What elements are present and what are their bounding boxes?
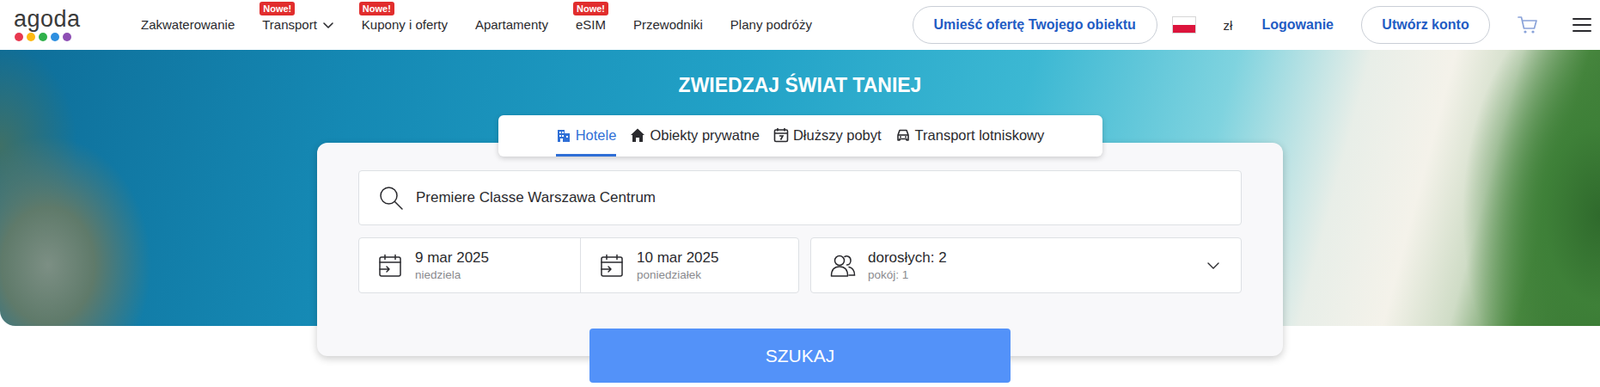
new-badge: Nowe!: [359, 1, 395, 16]
nav-item[interactable]: Nowe!Kupony i oferty: [361, 17, 448, 33]
calendar-icon: [599, 253, 624, 278]
search-tab[interactable]: Hotele: [555, 115, 617, 157]
nav-label: Kupony i oferty: [361, 17, 448, 33]
new-badge: Nowe!: [573, 1, 609, 16]
nav-item[interactable]: Nowe!Transport: [262, 17, 335, 33]
logo-dot: [62, 32, 72, 42]
booking-row: 9 mar 2025niedziela 10 mar 2025poniedział…: [358, 237, 1242, 294]
weekday: poniedziałek: [636, 268, 719, 282]
search-icon: [378, 184, 404, 211]
currency-selector[interactable]: zł: [1223, 18, 1234, 33]
chevron-down-icon: [1206, 258, 1221, 273]
signup-button[interactable]: Utwórz konto: [1361, 6, 1491, 44]
main-nav: Zakwaterowanie Nowe!Transport Nowe!Kupony …: [140, 17, 813, 33]
nav-item[interactable]: Plany podróży: [730, 17, 813, 33]
nav-item[interactable]: Nowe!eSIM: [575, 17, 606, 33]
nav-label: Apartamenty: [475, 17, 549, 33]
search-tabs: Hotele Obiekty prywatne Dłuższy pobyt Trans…: [498, 115, 1103, 157]
guests-field[interactable]: dorosłych: 2pokój: 1: [810, 237, 1242, 294]
nav-item[interactable]: Zakwaterowanie: [140, 17, 235, 33]
date-text: 9 mar 2025niedziela: [415, 249, 489, 282]
destination-field[interactable]: Premiere Classe Warszawa Centrum: [358, 170, 1242, 226]
poland-flag-icon[interactable]: [1172, 16, 1197, 34]
logo-text: agoda: [13, 9, 81, 29]
search-card: Premiere Classe Warszawa Centrum 9 mar 20…: [317, 142, 1283, 356]
search-tab[interactable]: Obiekty prywatne: [629, 115, 759, 157]
hamburger-menu-icon[interactable]: [1572, 17, 1592, 33]
tab-label: Hotele: [575, 126, 617, 144]
car-icon: [895, 127, 911, 143]
nav-label: Transport: [262, 17, 318, 33]
nav-label: Przewodniki: [633, 17, 703, 33]
destination-value: Premiere Classe Warszawa Centrum: [415, 189, 656, 207]
logo-dot: [38, 32, 48, 42]
house-icon: [629, 127, 646, 143]
hotel-building-icon: [555, 127, 572, 143]
new-badge: Nowe!: [259, 1, 295, 16]
date-field[interactable]: 9 mar 2025niedziela: [359, 238, 581, 293]
login-link[interactable]: Logowanie: [1261, 17, 1334, 33]
rooms-value: pokój: 1: [867, 268, 947, 282]
logo-dot: [26, 32, 36, 42]
page: agodaZakwaterowanieNowe!TransportNowe!Ku…: [0, 0, 1600, 387]
hero-banner: ZWIEDZAJ ŚWIAT TANIEJ Hotele Obiekty prywa…: [0, 49, 1600, 326]
logo-dot: [50, 32, 60, 42]
date-value: 9 mar 2025: [415, 249, 489, 267]
logo-dots: [13, 32, 72, 42]
search-button[interactable]: SZUKAJ: [589, 328, 1011, 383]
adults-value: dorosłych: 2: [867, 249, 947, 267]
logo-dot: [14, 32, 24, 42]
calendar-icon: [773, 127, 789, 143]
nav-label: Plany podróży: [730, 17, 813, 33]
search-tab[interactable]: Dłuższy pobyt: [773, 115, 882, 157]
agoda-logo[interactable]: agoda: [13, 9, 92, 42]
people-icon: [830, 253, 856, 278]
nav-item[interactable]: Przewodniki: [633, 17, 703, 33]
search-tab[interactable]: Transport lotniskowy: [895, 115, 1045, 157]
date-text: 10 mar 2025poniedziałek: [636, 249, 719, 282]
date-field[interactable]: 10 mar 2025poniedziałek: [580, 238, 799, 293]
calendar-icon: [378, 253, 403, 278]
header-actions: Umieść ofertę Twojego obiektu zł Logowanie…: [912, 6, 1592, 44]
nav-label: eSIM: [575, 17, 606, 33]
cart-icon[interactable]: [1517, 15, 1539, 35]
date-value: 10 mar 2025: [636, 249, 719, 267]
date-range: 9 mar 2025niedziela 10 mar 2025poniedział…: [358, 237, 800, 294]
guests-text: dorosłych: 2pokój: 1: [867, 249, 947, 282]
chevron-down-icon: [322, 18, 335, 31]
hero-title: ZWIEDZAJ ŚWIAT TANIEJ: [678, 72, 923, 98]
list-property-button[interactable]: Umieść ofertę Twojego obiektu: [912, 6, 1158, 44]
nav-label: Zakwaterowanie: [140, 17, 235, 33]
tab-label: Obiekty prywatne: [649, 126, 759, 144]
weekday: niedziela: [415, 268, 489, 282]
nav-item[interactable]: Apartamenty: [475, 17, 549, 33]
tab-label: Dłuższy pobyt: [793, 126, 882, 144]
top-bar: agodaZakwaterowanieNowe!TransportNowe!Ku…: [0, 0, 1600, 50]
tab-label: Transport lotniskowy: [915, 126, 1045, 144]
